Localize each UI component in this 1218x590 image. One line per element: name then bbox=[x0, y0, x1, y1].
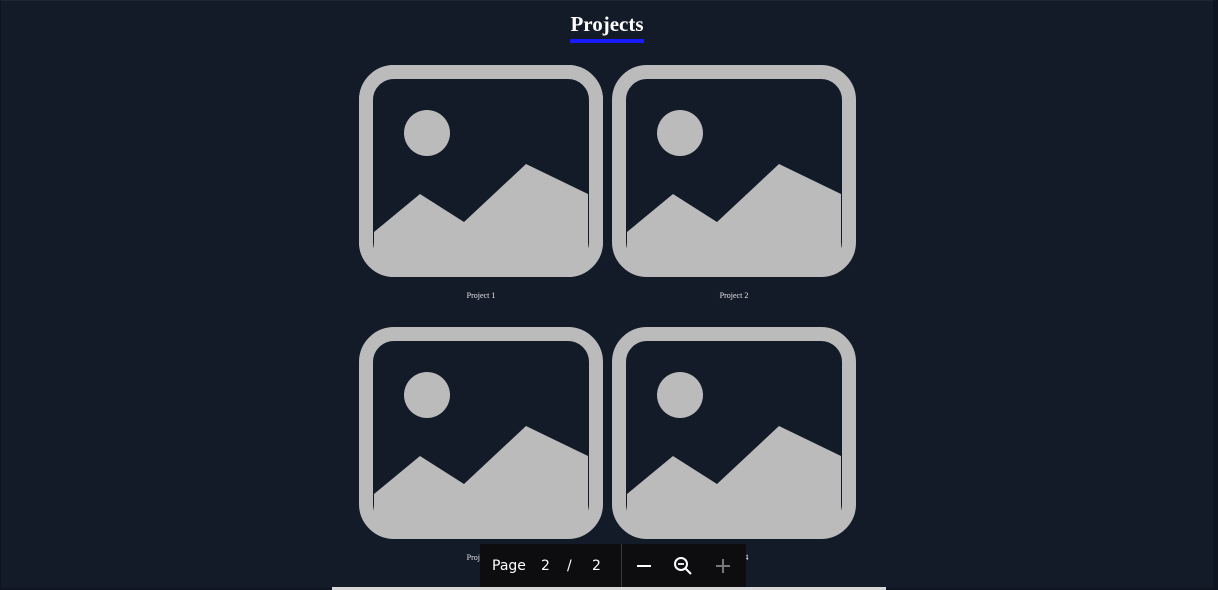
image-placeholder-icon bbox=[359, 65, 603, 277]
total-pages: 2 bbox=[592, 558, 601, 574]
current-page-input[interactable]: 2 bbox=[541, 558, 550, 574]
image-placeholder-icon bbox=[612, 327, 856, 539]
minus-icon[interactable] bbox=[632, 554, 656, 578]
zoom-out-icon[interactable] bbox=[671, 554, 695, 578]
project-card-2[interactable]: Project 2 bbox=[611, 64, 857, 300]
page-label: Page bbox=[492, 558, 526, 574]
page-title: Projects bbox=[570, 12, 644, 43]
plus-icon[interactable] bbox=[711, 554, 735, 578]
image-placeholder-icon bbox=[359, 327, 603, 539]
project-label: Project 2 bbox=[719, 291, 749, 300]
pdf-viewer-toolbar: Page 2 / 2 bbox=[480, 544, 746, 588]
project-card-4[interactable]: Project 4 bbox=[611, 326, 857, 562]
toolbar-divider bbox=[621, 544, 622, 588]
project-label: Project 1 bbox=[466, 291, 496, 300]
project-card-1[interactable]: Project 1 bbox=[358, 64, 604, 300]
top-divider bbox=[1, 0, 1213, 1]
project-card-3[interactable]: Project 3 bbox=[358, 326, 604, 562]
title-container: Projects bbox=[1, 12, 1213, 43]
image-placeholder-icon bbox=[612, 65, 856, 277]
page-separator: / bbox=[567, 558, 572, 574]
page: Projects Project 1 Project 2 Project 4 P… bbox=[1, 0, 1213, 588]
